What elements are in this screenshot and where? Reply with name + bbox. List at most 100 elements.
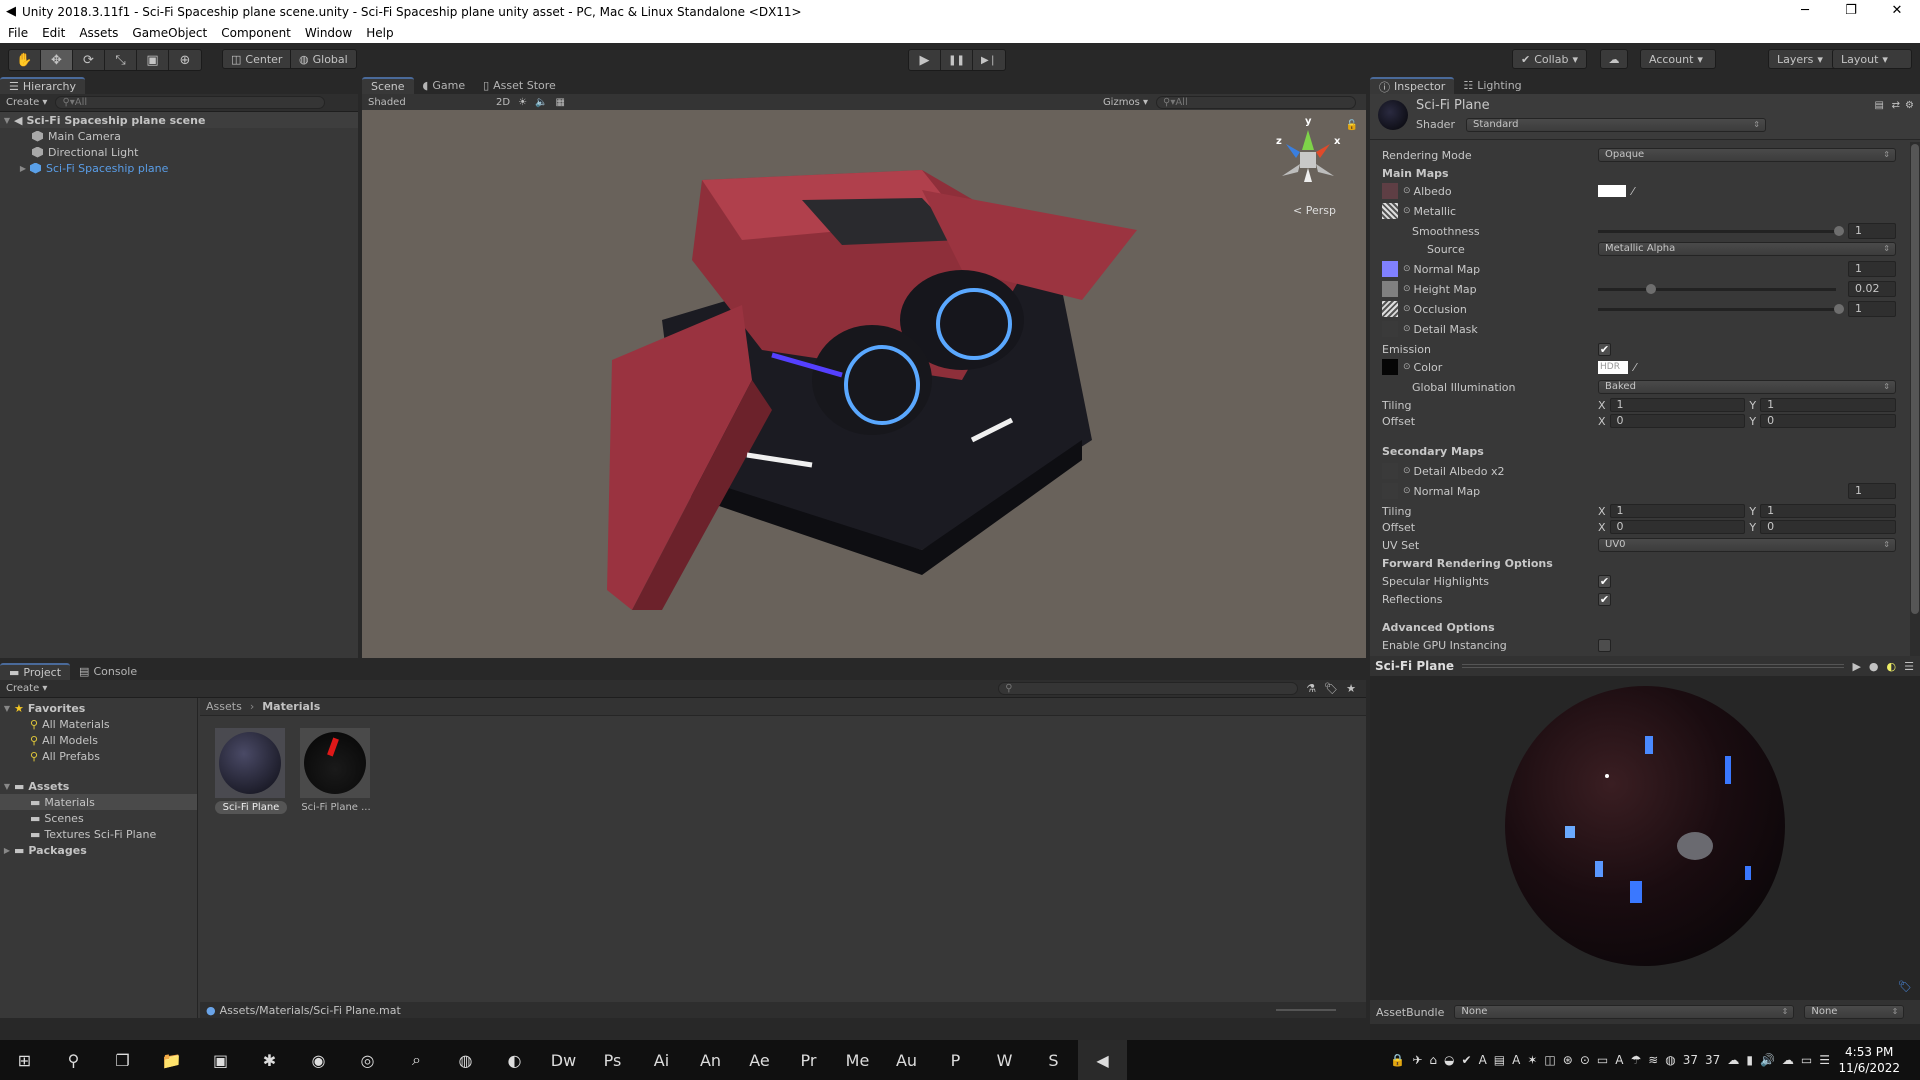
tiling-x-field[interactable]: 1 xyxy=(1609,398,1746,412)
scene-row[interactable]: ▼ ◀ Sci-Fi Spaceship plane scene xyxy=(0,112,358,128)
shader-dropdown[interactable]: Standard xyxy=(1466,118,1766,132)
detail-mask-slot[interactable] xyxy=(1382,321,1398,337)
eyedropper-icon[interactable]: ⁄ xyxy=(1634,361,1636,374)
preset-icon[interactable]: ⇄ xyxy=(1892,100,1900,111)
layers-dropdown[interactable]: Layers ▾ xyxy=(1768,49,1840,69)
menu-file[interactable]: File xyxy=(8,26,28,40)
taskbar-app-a-icon[interactable]: ✱ xyxy=(245,1040,294,1080)
asset-bundle-dropdown[interactable]: None xyxy=(1454,1005,1795,1019)
lighting-toggle-icon[interactable]: ☀ xyxy=(518,97,527,108)
taskbar-photoshop-icon[interactable]: Ps xyxy=(588,1040,637,1080)
favorite-all-models[interactable]: ⚲ All Models xyxy=(0,732,197,748)
material-preview-sphere[interactable] xyxy=(1505,686,1785,966)
restore-button[interactable]: ❐ xyxy=(1828,0,1874,23)
audio-toggle-icon[interactable]: 🔈 xyxy=(535,97,547,108)
height-slider-knob[interactable] xyxy=(1645,284,1656,294)
expand-arrow-icon[interactable]: ▼ xyxy=(0,116,14,125)
filter-label-icon[interactable]: 🏷 xyxy=(1324,682,1338,695)
move-tool-icon[interactable]: ✥ xyxy=(41,50,73,70)
taskbar-after-effects-icon[interactable]: Ae xyxy=(735,1040,784,1080)
expand-arrow-icon[interactable]: ▶ xyxy=(16,164,30,173)
pivot-toggle[interactable]: ◫ Center xyxy=(222,49,292,69)
project-search[interactable]: ⚲ xyxy=(998,682,1299,695)
close-button[interactable]: ✕ xyxy=(1874,0,1920,23)
height-texture-slot[interactable] xyxy=(1382,281,1398,297)
tab-project[interactable]: ▬ Project xyxy=(0,663,71,680)
assets-folder-row[interactable]: ▼ ▬ Assets xyxy=(0,778,197,794)
tray-icon[interactable]: ⌂ xyxy=(1429,1053,1437,1067)
asset-tile[interactable]: Sci-Fi Plane ... xyxy=(300,728,372,814)
tray-icon[interactable]: ☰ xyxy=(1819,1053,1830,1067)
tray-icon[interactable]: 🔊 xyxy=(1760,1053,1775,1067)
menu-gameobject[interactable]: GameObject xyxy=(132,26,207,40)
minimize-button[interactable]: ─ xyxy=(1782,0,1828,23)
object-picker-icon[interactable]: ⊙ xyxy=(1403,186,1411,196)
object-picker-icon[interactable]: ⊙ xyxy=(1403,466,1411,476)
secondary-normal-slot[interactable] xyxy=(1382,483,1398,499)
taskbar-chrome-icon[interactable]: ◎ xyxy=(343,1040,392,1080)
step-icon[interactable]: ▶❘ xyxy=(973,50,1005,70)
taskbar-word-icon[interactable]: W xyxy=(980,1040,1029,1080)
offset-x-field[interactable]: 0 xyxy=(1609,414,1746,428)
taskbar-media-encoder-icon[interactable]: Me xyxy=(833,1040,882,1080)
asset-tile[interactable]: Sci-Fi Plane xyxy=(215,728,287,814)
breadcrumb-materials[interactable]: Materials xyxy=(262,700,320,713)
height-field[interactable]: 0.02 xyxy=(1848,281,1896,297)
emission-texture-slot[interactable] xyxy=(1382,359,1398,375)
sphere-mesh-icon[interactable]: ● xyxy=(1869,660,1879,673)
taskbar-sublime-icon[interactable]: S xyxy=(1029,1040,1078,1080)
transform-tool-icon[interactable]: ⊕ xyxy=(169,50,201,70)
taskbar-firefox-icon[interactable]: ◉ xyxy=(294,1040,343,1080)
taskbar-dreamweaver-icon[interactable]: Dw xyxy=(539,1040,588,1080)
smoothness-slider[interactable] xyxy=(1598,230,1836,233)
gpu-instancing-checkbox[interactable] xyxy=(1598,638,1611,652)
tray-icon[interactable]: A xyxy=(1512,1053,1520,1067)
effects-toggle-icon[interactable]: ▦ xyxy=(555,97,564,108)
scene-viewport[interactable]: y z x 🔓 < Persp xyxy=(362,110,1366,658)
reflections-checkbox[interactable]: ✔ xyxy=(1598,592,1611,606)
gi-dropdown[interactable]: Baked xyxy=(1598,380,1896,394)
taskbar-animate-icon[interactable]: An xyxy=(686,1040,735,1080)
object-picker-icon[interactable]: ⊙ xyxy=(1403,486,1411,496)
menu-edit[interactable]: Edit xyxy=(42,26,65,40)
tab-game[interactable]: ◖ Game xyxy=(414,77,475,94)
tree-item-spaceship[interactable]: ▶ Sci-Fi Spaceship plane xyxy=(0,160,358,176)
secondary-normal-scale-field[interactable]: 1 xyxy=(1848,483,1896,499)
create-dropdown[interactable]: Create ▾ xyxy=(6,683,47,694)
projection-toggle[interactable]: < Persp xyxy=(1293,204,1336,217)
specular-checkbox[interactable]: ✔ xyxy=(1598,574,1611,588)
albedo-color-swatch[interactable] xyxy=(1598,185,1626,197)
account-dropdown[interactable]: Account ▾ xyxy=(1640,49,1716,69)
light-toggle-icon[interactable]: ◐ xyxy=(1887,660,1897,673)
favorite-all-prefabs[interactable]: ⚲ All Prefabs xyxy=(0,748,197,764)
albedo-texture-slot[interactable] xyxy=(1382,183,1398,199)
menu-window[interactable]: Window xyxy=(305,26,352,40)
taskbar-search-icon[interactable]: ⚲ xyxy=(49,1040,98,1080)
create-dropdown[interactable]: Create ▾ xyxy=(6,97,47,108)
collab-button[interactable]: ✔ Collab ▾ xyxy=(1512,49,1587,69)
detail-albedo-slot[interactable] xyxy=(1382,463,1398,479)
space-toggle[interactable]: ◍ Global xyxy=(290,49,357,69)
tray-icon[interactable]: A xyxy=(1615,1053,1623,1067)
object-picker-icon[interactable]: ⊙ xyxy=(1403,284,1411,294)
object-picker-icon[interactable]: ⊙ xyxy=(1403,324,1411,334)
height-slider[interactable] xyxy=(1598,288,1836,291)
menu-icon[interactable]: ☰ xyxy=(1904,660,1914,673)
tab-hierarchy[interactable]: ☰ Hierarchy xyxy=(0,77,86,94)
layout-dropdown[interactable]: Layout ▾ xyxy=(1832,49,1912,69)
tiling-y-field[interactable]: 1 xyxy=(1760,398,1896,412)
breadcrumb-assets[interactable]: Assets xyxy=(206,700,242,713)
taskbar-earth-icon[interactable]: ◐ xyxy=(490,1040,539,1080)
scene-search[interactable]: ⚲▾All xyxy=(1156,96,1356,109)
play-icon[interactable]: ▶ xyxy=(909,50,941,70)
taskbar-premiere-icon[interactable]: Pr xyxy=(784,1040,833,1080)
tray-icon[interactable]: ☂ xyxy=(1630,1053,1641,1067)
taskbar-task-view-icon[interactable]: ❐ xyxy=(98,1040,147,1080)
uv-set-dropdown[interactable]: UV0 xyxy=(1598,538,1896,552)
tray-icon[interactable]: ▤ xyxy=(1494,1053,1505,1067)
occlusion-field[interactable]: 1 xyxy=(1848,301,1896,317)
2d-toggle[interactable]: 2D xyxy=(496,97,510,108)
tray-icon[interactable]: ✈ xyxy=(1412,1053,1422,1067)
gizmos-dropdown[interactable]: Gizmos ▾ xyxy=(1103,97,1148,108)
object-picker-icon[interactable]: ⊙ xyxy=(1403,362,1411,372)
